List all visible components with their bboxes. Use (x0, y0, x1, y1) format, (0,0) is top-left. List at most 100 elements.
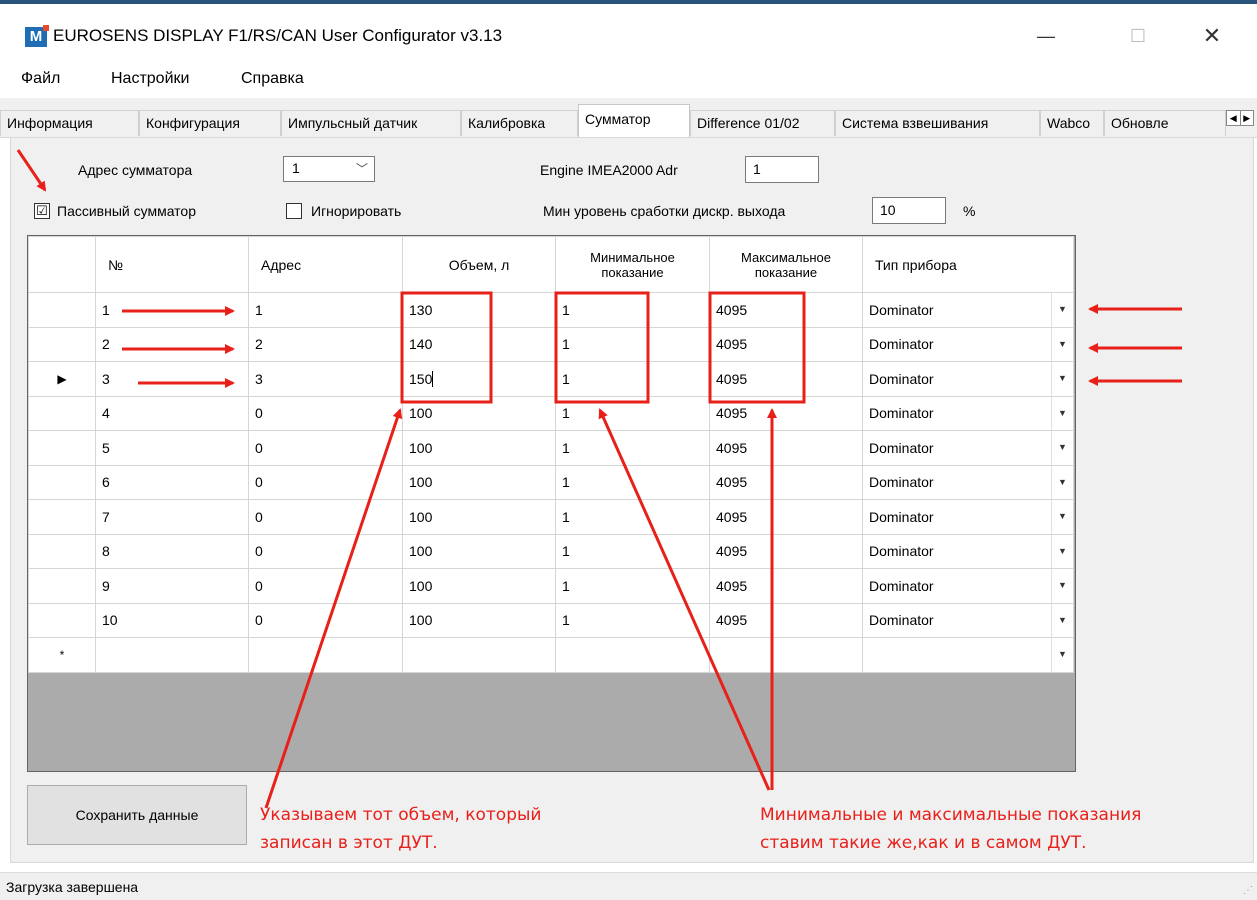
table-row[interactable]: 1 1 130 1 4095 Dominator ▼ (28, 292, 1074, 328)
cell-number[interactable]: 8 (95, 533, 249, 569)
new-row-marker[interactable]: * (28, 637, 96, 673)
dropdown-arrow-icon[interactable]: ▼ (1051, 293, 1073, 327)
cell-volume[interactable]: 100 (402, 499, 556, 535)
row-header-cell[interactable] (28, 499, 96, 535)
cell-max-reading[interactable]: 4095 (709, 499, 863, 535)
cell-max-reading[interactable]: 4095 (709, 430, 863, 466)
cell-min-reading[interactable]: 1 (555, 499, 710, 535)
cell-device-type[interactable]: Dominator ▼ (862, 499, 1074, 535)
resize-grip-icon[interactable]: ⋰ (1243, 885, 1253, 896)
dropdown-arrow-icon[interactable]: ▼ (1051, 500, 1073, 534)
menu-help[interactable]: Справка (241, 70, 304, 88)
table-row[interactable]: 10 0 100 1 4095 Dominator ▼ (28, 602, 1074, 638)
tab-config[interactable]: Конфигурация (139, 110, 281, 136)
cell-number[interactable]: 2 (95, 326, 249, 362)
dropdown-arrow-icon[interactable]: ▼ (1051, 327, 1073, 361)
cell-min-reading[interactable]: 1 (555, 430, 710, 466)
cell-number[interactable]: 4 (95, 395, 249, 431)
engine-adr-input[interactable]: 1 (745, 156, 819, 183)
cell-min-reading[interactable]: 1 (555, 533, 710, 569)
cell-device-type[interactable]: Dominator ▼ (862, 568, 1074, 604)
dropdown-arrow-icon[interactable]: ▼ (1051, 603, 1073, 637)
tab-scroll-arrows[interactable]: ◀ ▶ (1226, 110, 1254, 126)
cell-max-reading[interactable]: 4095 (709, 602, 863, 638)
cell-address[interactable]: 3 (248, 361, 403, 397)
cell-min-reading[interactable]: 1 (555, 602, 710, 638)
cell-min-reading[interactable]: 1 (555, 464, 710, 500)
cell-number[interactable]: 6 (95, 464, 249, 500)
minimize-button[interactable]: — (1016, 14, 1076, 58)
cell-address[interactable] (248, 637, 403, 673)
save-data-button[interactable]: Сохранить данные (27, 785, 247, 845)
cell-address[interactable]: 0 (248, 499, 403, 535)
table-row[interactable]: 7 0 100 1 4095 Dominator ▼ (28, 499, 1074, 535)
cell-device-type[interactable]: Dominator ▼ (862, 533, 1074, 569)
cell-device-type[interactable]: ▼ (862, 637, 1074, 673)
cell-volume[interactable]: 150 (402, 361, 556, 397)
cell-number[interactable]: 1 (95, 292, 249, 328)
tab-update[interactable]: Обновле (1104, 110, 1226, 136)
table-row[interactable]: 5 0 100 1 4095 Dominator ▼ (28, 430, 1074, 466)
column-header-address[interactable]: Адрес (248, 236, 403, 293)
tab-summator[interactable]: Сумматор (578, 104, 690, 137)
cell-max-reading[interactable]: 4095 (709, 533, 863, 569)
table-row[interactable]: 8 0 100 1 4095 Dominator ▼ (28, 533, 1074, 569)
cell-min-reading[interactable]: 1 (555, 568, 710, 604)
tab-difference[interactable]: Difference 01/02 (690, 110, 835, 136)
cell-max-reading[interactable]: 4095 (709, 361, 863, 397)
cell-volume[interactable]: 100 (402, 430, 556, 466)
chevron-right-icon[interactable]: ▶ (1241, 111, 1254, 125)
dropdown-arrow-icon[interactable]: ▼ (1051, 362, 1073, 396)
cell-volume[interactable]: 100 (402, 395, 556, 431)
cell-device-type[interactable]: Dominator ▼ (862, 326, 1074, 362)
cell-device-type[interactable]: Dominator ▼ (862, 430, 1074, 466)
cell-volume[interactable]: 100 (402, 533, 556, 569)
cell-max-reading[interactable]: 4095 (709, 464, 863, 500)
ignore-checkbox[interactable] (286, 203, 302, 219)
cell-address[interactable]: 1 (248, 292, 403, 328)
cell-address[interactable]: 0 (248, 568, 403, 604)
table-row[interactable]: ▶ 3 3 150 1 4095 Dominator ▼ (28, 361, 1074, 397)
row-header-cell[interactable] (28, 602, 96, 638)
table-row[interactable]: 9 0 100 1 4095 Dominator ▼ (28, 568, 1074, 604)
cell-min-reading[interactable]: 1 (555, 292, 710, 328)
row-header-cell[interactable]: ▶ (28, 361, 96, 397)
table-row[interactable]: 6 0 100 1 4095 Dominator ▼ (28, 464, 1074, 500)
cell-address[interactable]: 0 (248, 430, 403, 466)
column-header-max-reading[interactable]: Максимальное показание (709, 236, 863, 293)
cell-number[interactable]: 5 (95, 430, 249, 466)
cell-max-reading[interactable]: 4095 (709, 292, 863, 328)
cell-address[interactable]: 0 (248, 533, 403, 569)
cell-max-reading[interactable] (709, 637, 863, 673)
row-header-cell[interactable] (28, 533, 96, 569)
cell-volume[interactable]: 100 (402, 602, 556, 638)
tab-weighing-system[interactable]: Система взвешивания (835, 110, 1040, 136)
cell-volume[interactable]: 100 (402, 464, 556, 500)
tab-info[interactable]: Информация (0, 110, 139, 136)
dropdown-arrow-icon[interactable]: ▼ (1051, 431, 1073, 465)
cell-number[interactable] (95, 637, 249, 673)
cell-number[interactable]: 10 (95, 602, 249, 638)
row-header-cell[interactable] (28, 568, 96, 604)
table-row[interactable]: 4 0 100 1 4095 Dominator ▼ (28, 395, 1074, 431)
cell-min-reading[interactable] (555, 637, 710, 673)
tab-calibration[interactable]: Калибровка (461, 110, 578, 136)
cell-device-type[interactable]: Dominator ▼ (862, 602, 1074, 638)
tab-wabco[interactable]: Wabco (1040, 110, 1104, 136)
column-header-min-reading[interactable]: Минимальное показание (555, 236, 710, 293)
passive-summator-checkbox[interactable]: ☑ (34, 203, 50, 219)
cell-volume[interactable]: 100 (402, 568, 556, 604)
dropdown-arrow-icon[interactable]: ▼ (1051, 396, 1073, 430)
tab-pulse-sensor[interactable]: Импульсный датчик (281, 110, 461, 136)
new-row[interactable]: * ▼ (28, 637, 1074, 673)
cell-address[interactable]: 2 (248, 326, 403, 362)
row-header-cell[interactable] (28, 430, 96, 466)
cell-address[interactable]: 0 (248, 464, 403, 500)
cell-min-reading[interactable]: 1 (555, 326, 710, 362)
cell-number[interactable]: 9 (95, 568, 249, 604)
cell-volume[interactable]: 140 (402, 326, 556, 362)
dropdown-arrow-icon[interactable]: ▼ (1051, 638, 1073, 672)
cell-device-type[interactable]: Dominator ▼ (862, 361, 1074, 397)
cell-address[interactable]: 0 (248, 395, 403, 431)
row-header-cell[interactable] (28, 326, 96, 362)
